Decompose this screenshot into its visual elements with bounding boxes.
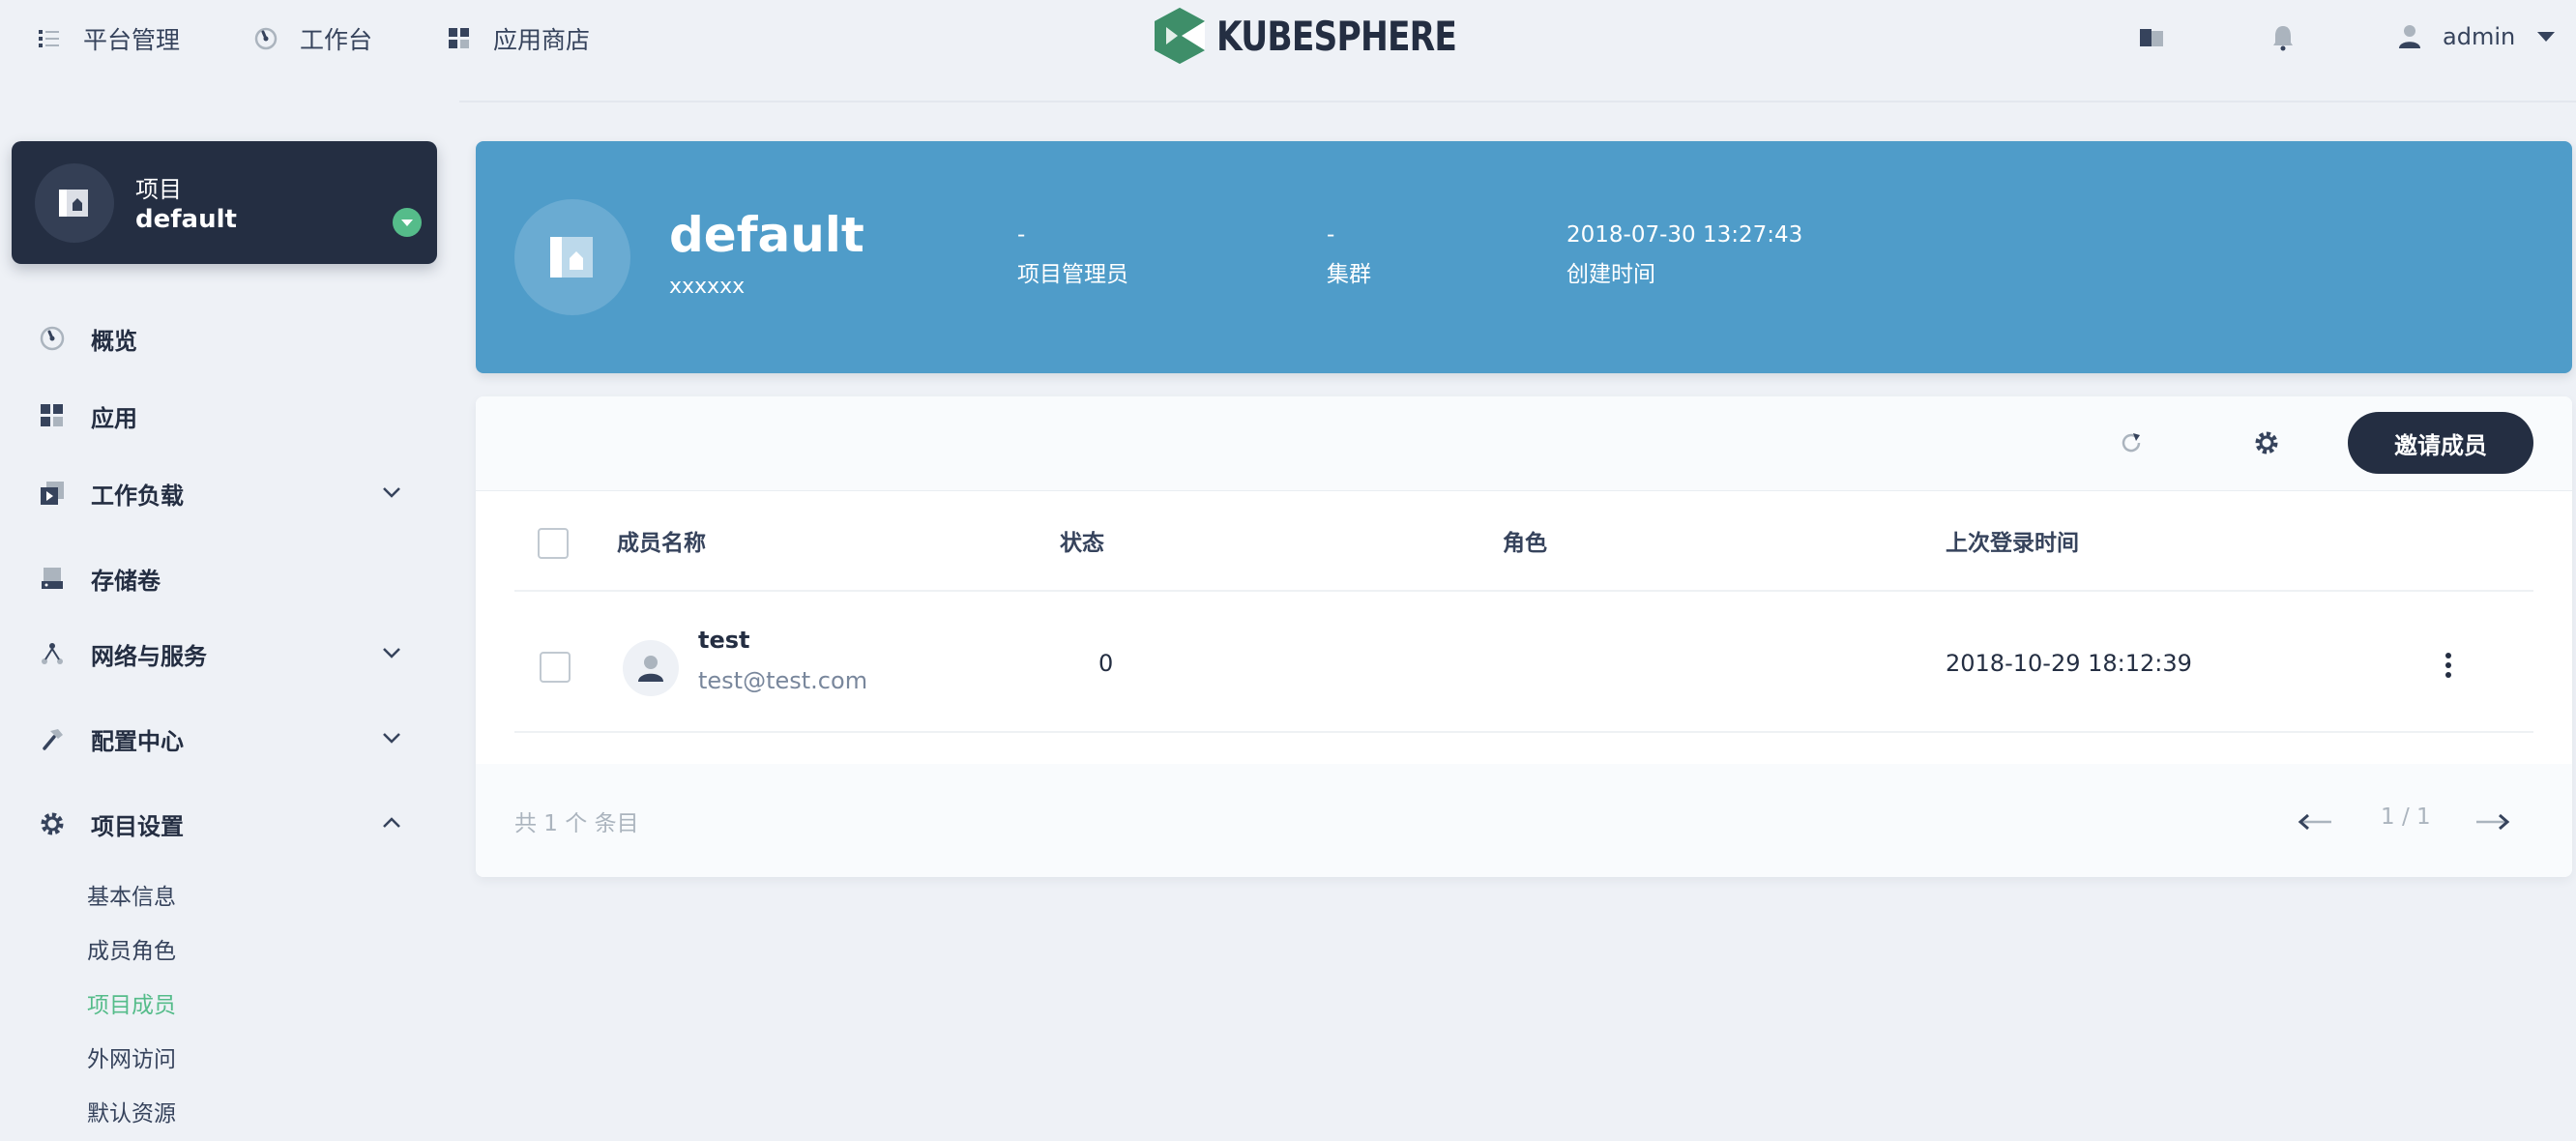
docs-icon[interactable] xyxy=(2135,21,2168,54)
members-panel: 邀请成员 成员名称 状态 角色 上次登录时间 test test@test.co… xyxy=(476,396,2572,877)
project-title: default xyxy=(669,207,864,263)
sidebar-subitem-default-resources[interactable]: 默认资源 xyxy=(87,1095,176,1127)
sidebar-item-volumes[interactable]: 存储卷 xyxy=(37,557,404,600)
nav-workbench[interactable]: 工作台 xyxy=(253,17,372,60)
member-email: test@test.com xyxy=(698,667,868,694)
chevron-down-icon xyxy=(383,487,400,498)
kubesphere-logo[interactable]: KUBESPHERE xyxy=(1153,6,1509,66)
stat-label: 集群 xyxy=(1327,262,1371,287)
top-navbar: 平台管理 工作台 应用商店 KUBESPHERE admin xyxy=(0,0,2576,102)
column-header-name[interactable]: 成员名称 xyxy=(617,524,706,557)
refresh-icon[interactable] xyxy=(2114,425,2149,460)
sidebar-subitem-project-members[interactable]: 项目成员 xyxy=(87,986,176,1019)
select-all-checkbox[interactable] xyxy=(538,528,569,559)
sidebar-item-label: 工作负载 xyxy=(91,482,184,510)
sidebar-item-workloads[interactable]: 工作负载 xyxy=(37,472,404,514)
stat-label: 项目管理员 xyxy=(1017,262,1128,287)
column-header-status[interactable]: 状态 xyxy=(1060,524,1104,557)
prev-page-icon[interactable] xyxy=(2296,803,2334,841)
next-page-icon[interactable] xyxy=(2474,803,2512,841)
sidebar-item-label: 应用 xyxy=(91,404,137,432)
topnav-divider xyxy=(459,101,2576,102)
sidebar-item-apps[interactable]: 应用 xyxy=(37,395,404,437)
table-toolbar: 邀请成员 xyxy=(476,396,2572,491)
bell-icon[interactable] xyxy=(2267,21,2299,54)
hammer-icon xyxy=(37,723,68,754)
page-indicator: 1 / 1 xyxy=(2381,805,2431,830)
stat-label: 创建时间 xyxy=(1566,262,1655,287)
settings-gear-icon[interactable] xyxy=(2249,425,2284,460)
project-icon xyxy=(35,163,114,243)
sidebar-subitem-external-access[interactable]: 外网访问 xyxy=(87,1040,176,1073)
appstore-icon xyxy=(449,28,469,48)
nav-platform-management[interactable]: 平台管理 xyxy=(37,17,180,60)
sidebar-item-overview[interactable]: 概览 xyxy=(37,317,404,360)
network-icon xyxy=(37,638,68,669)
stat-project-admin: - 项目管理员 xyxy=(1017,222,1128,288)
nav-platform-management-label: 平台管理 xyxy=(83,26,181,54)
sidebar-subitem-basic-info[interactable]: 基本信息 xyxy=(87,878,176,911)
column-header-role[interactable]: 角色 xyxy=(1503,524,1547,557)
sidebar-item-label: 配置中心 xyxy=(91,727,184,755)
user-icon xyxy=(2399,25,2420,48)
stat-value: - xyxy=(1017,222,1026,248)
chevron-down-icon xyxy=(383,733,400,744)
stat-created-time: 2018-07-30 13:27:43 创建时间 xyxy=(1566,222,1802,288)
nav-app-store-label: 应用商店 xyxy=(493,26,591,54)
caret-down-icon xyxy=(2537,32,2556,42)
storage-icon xyxy=(37,563,68,594)
user-avatar-icon xyxy=(638,656,663,682)
project-dropdown-icon[interactable] xyxy=(393,208,422,237)
more-actions-icon[interactable] xyxy=(2429,646,2468,685)
project-description: xxxxxx xyxy=(669,275,746,299)
member-status: 0 xyxy=(1098,650,1114,677)
user-menu[interactable]: admin xyxy=(2398,17,2556,56)
project-selector[interactable]: 项目 default xyxy=(12,141,437,264)
sidebar-subitem-member-roles[interactable]: 成员角色 xyxy=(87,932,176,965)
list-icon xyxy=(39,30,59,47)
stat-value: - xyxy=(1327,222,1335,248)
table-footer: 共 1 个 条目 1 / 1 xyxy=(476,764,2572,877)
stat-cluster: - 集群 xyxy=(1327,222,1371,288)
sidebar-item-label: 网络与服务 xyxy=(91,642,207,670)
dashboard-icon xyxy=(254,27,278,50)
project-selector-label: 项目 xyxy=(135,176,182,203)
workload-icon xyxy=(37,478,68,509)
table-row[interactable]: test test@test.com 0 2018-10-29 18:12:39 xyxy=(514,592,2533,733)
logo-text: KUBESPHERE xyxy=(1216,12,1457,60)
app-icon xyxy=(37,400,68,431)
project-selector-name: default xyxy=(135,205,237,234)
project-banner: default xxxxxx - 项目管理员 - 集群 2018-07-30 1… xyxy=(476,141,2572,373)
sidebar-item-label: 项目设置 xyxy=(91,812,184,840)
nav-app-store[interactable]: 应用商店 xyxy=(447,17,590,60)
sidebar-item-label: 存储卷 xyxy=(91,567,161,595)
sidebar-item-config[interactable]: 配置中心 xyxy=(37,717,404,760)
sidebar-item-project-settings[interactable]: 项目设置 xyxy=(37,803,404,845)
sidebar-item-network[interactable]: 网络与服务 xyxy=(37,632,404,675)
gear-icon xyxy=(37,808,68,839)
user-name: admin xyxy=(2443,23,2516,50)
project-banner-icon xyxy=(514,199,630,315)
avatar xyxy=(623,640,679,696)
stat-value: 2018-07-30 13:27:43 xyxy=(1566,222,1803,248)
overview-icon xyxy=(37,323,68,354)
column-header-last-login[interactable]: 上次登录时间 xyxy=(1946,524,2079,557)
kubesphere-logo-icon xyxy=(1155,8,1205,64)
member-last-login: 2018-10-29 18:12:39 xyxy=(1946,650,2192,677)
chevron-down-icon xyxy=(383,648,400,658)
nav-workbench-label: 工作台 xyxy=(300,26,373,54)
row-checkbox[interactable] xyxy=(540,652,571,683)
chevron-up-icon xyxy=(383,817,400,828)
table-header: 成员名称 状态 角色 上次登录时间 xyxy=(514,491,2533,592)
member-name[interactable]: test xyxy=(698,627,750,654)
invite-member-button[interactable]: 邀请成员 xyxy=(2348,412,2533,474)
sidebar-item-label: 概览 xyxy=(91,327,137,355)
total-count: 共 1 个 条目 xyxy=(514,811,639,836)
